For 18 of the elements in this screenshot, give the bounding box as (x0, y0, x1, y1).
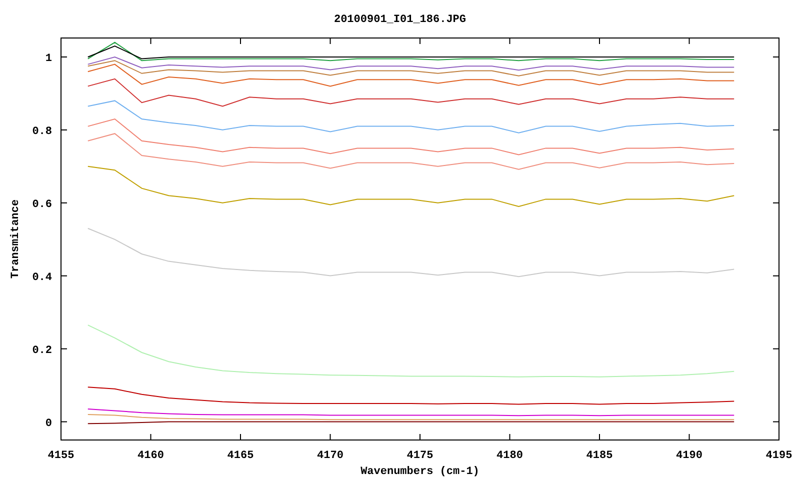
y-tick-label: 0.4 (32, 272, 52, 284)
y-tick-label: 0.6 (32, 198, 52, 211)
y-axis-label: Transmitance (10, 199, 22, 279)
x-tick-label: 4165 (227, 450, 254, 462)
y-tick-label: 1 (45, 52, 52, 65)
chart-title: 20100901_I01_186.JPG (334, 14, 466, 26)
x-tick-label: 4185 (586, 450, 613, 462)
y-tick-label: 0.8 (32, 126, 52, 138)
x-tick-label: 4160 (138, 450, 164, 462)
x-tick-label: 4175 (406, 450, 434, 462)
x-tick-label: 4190 (676, 450, 702, 462)
x-tick-label: 4170 (317, 450, 344, 462)
x-tick-label: 4195 (766, 450, 792, 462)
y-tick-label: 0 (45, 418, 52, 430)
y-tick-label: 0.2 (32, 344, 52, 357)
x-tick-label: 4180 (496, 450, 523, 462)
x-tick-label: 4155 (48, 450, 74, 462)
x-axis-label: Wavenumbers (cm-1) (360, 466, 480, 478)
